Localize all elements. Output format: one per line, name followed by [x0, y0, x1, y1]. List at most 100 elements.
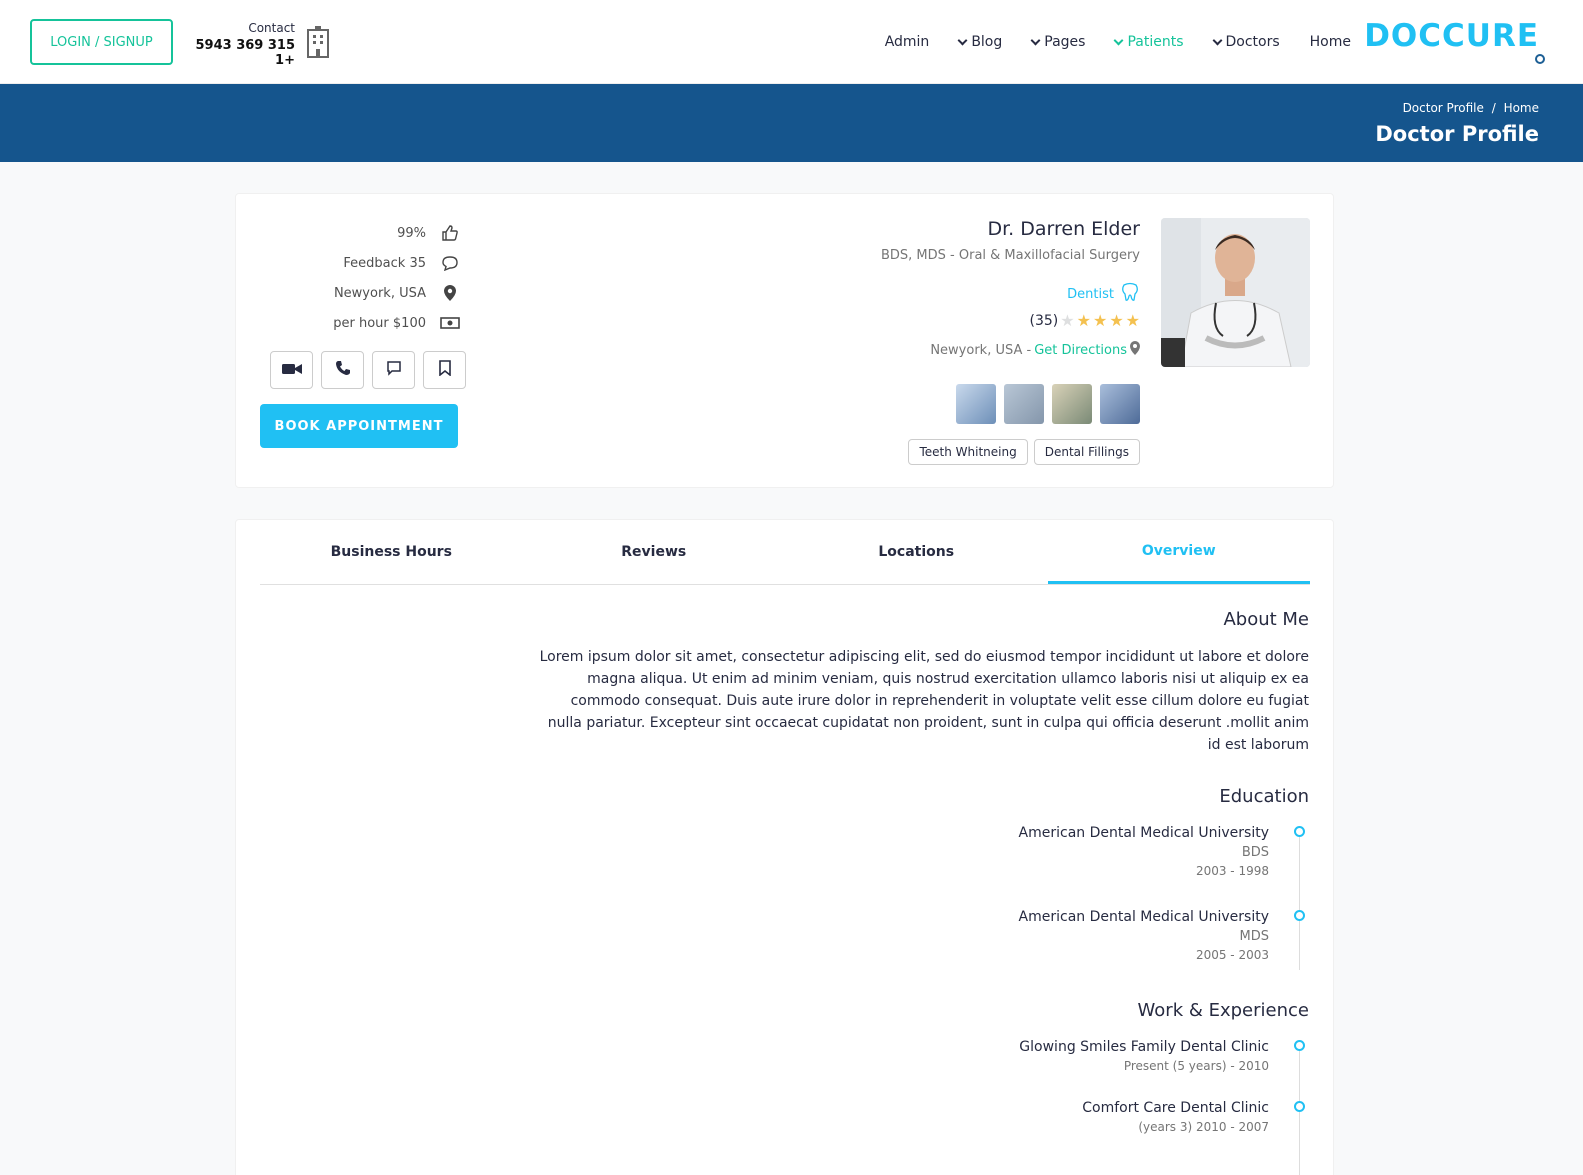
nav-blog[interactable]: Blog: [957, 34, 1003, 50]
nav-home[interactable]: Home: [1310, 34, 1351, 50]
education-item: American Dental Medical University BDS 2…: [1019, 825, 1269, 878]
tab-business-hours[interactable]: Business Hours: [260, 520, 523, 584]
education-years: 2005 - 2003: [1195, 948, 1269, 962]
stat-feedback: Feedback 35: [260, 248, 460, 278]
education-school[interactable]: American Dental Medical University: [1019, 909, 1269, 925]
nav-doctors[interactable]: Doctors: [1212, 34, 1280, 50]
clinic-photo-thumb[interactable]: [1052, 384, 1092, 424]
contact-label: Contact: [248, 21, 295, 35]
breadcrumb-separator: /: [1491, 101, 1496, 115]
contact-actions: [270, 351, 466, 389]
doctor-profile-card: Dr. Darren Elder BDS, MDS - Oral & Maxil…: [235, 193, 1334, 488]
site-header: LOGIN / SIGNUP Contact 5943 369 315 1+ A…: [0, 0, 1583, 84]
comment-icon: [440, 255, 460, 271]
logo-text: DOCCURE: [1364, 18, 1539, 54]
education-degree: MDS: [1239, 929, 1269, 944]
phone-icon: [335, 360, 351, 380]
education-timeline: American Dental Medical University BDS 2…: [809, 825, 1309, 970]
speciality-label: Dentist: [1067, 286, 1114, 302]
chevron-down-icon: [1212, 35, 1222, 45]
timeline-dot: [1294, 826, 1305, 837]
stat-likes: 99%: [260, 218, 460, 248]
service-tag: Teeth Whitneing: [908, 439, 1028, 465]
nav-pages[interactable]: Pages: [1030, 34, 1086, 50]
nav-home-label: Home: [1309, 34, 1351, 50]
doctor-details-card: Business Hours Reviews Locations Overvie…: [235, 519, 1334, 1175]
feedback-value: Feedback 35: [343, 255, 426, 271]
rating-count: (35): [1029, 312, 1059, 329]
price-value: per hour $100: [333, 315, 426, 331]
tab-locations[interactable]: Locations: [785, 520, 1048, 584]
work-clinic[interactable]: Glowing Smiles Family Dental Clinic: [1019, 1039, 1269, 1055]
work-item: Glowing Smiles Family Dental Clinic Pres…: [1019, 1039, 1269, 1073]
contact-info: Contact 5943 369 315 1+: [185, 21, 295, 68]
location-text: Newyork, USA -: [930, 342, 1032, 358]
work-timeline: Glowing Smiles Family Dental Clinic Pres…: [809, 1039, 1309, 1175]
nav-doctors-label: Doctors: [1225, 34, 1280, 50]
doctor-location: Newyork, USA - Get Directions: [930, 341, 1140, 359]
work-item: Comfort Care Dental Clinic (years 3) 201…: [1082, 1100, 1269, 1134]
nav-admin[interactable]: Admin: [885, 34, 930, 50]
breadcrumb-home[interactable]: Home: [1504, 101, 1539, 115]
login-signup-button[interactable]: LOGIN / SIGNUP: [30, 19, 173, 65]
doctor-degree: BDS, MDS - Oral & Maxillofacial Surgery: [880, 248, 1140, 263]
details-tabs: Business Hours Reviews Locations Overvie…: [260, 520, 1310, 585]
book-appointment-button[interactable]: BOOK APPOINTMENT: [260, 404, 458, 448]
video-call-button[interactable]: [270, 351, 313, 389]
nav-patients[interactable]: Patients: [1114, 34, 1184, 50]
stethoscope-icon: [1535, 54, 1545, 64]
timeline-dot: [1294, 1101, 1305, 1112]
thumbs-up-icon: [440, 225, 460, 241]
clinic-gallery: [956, 384, 1140, 424]
hospital-icon: [305, 26, 331, 62]
nav-admin-label: Admin: [884, 34, 930, 50]
education-item: American Dental Medical University MDS 2…: [1019, 909, 1269, 962]
about-me-text: Lorem ipsum dolor sit amet, consectetur …: [539, 649, 1309, 753]
clinic-photo-thumb[interactable]: [1100, 384, 1140, 424]
nav-pages-label: Pages: [1044, 34, 1086, 50]
tab-overview[interactable]: Overview: [1047, 520, 1310, 584]
map-marker-icon: [1130, 341, 1140, 359]
doctor-stats: 99% Feedback 35 Newyork, USA per hour $1…: [260, 218, 460, 338]
star-filled-icon: ★: [1109, 311, 1124, 330]
page-banner: Doctor Profile / Home Doctor Profile: [0, 84, 1583, 162]
page-title: Doctor Profile: [1375, 122, 1539, 146]
timeline-line: [1299, 831, 1300, 970]
timeline-dot: [1294, 1040, 1305, 1051]
star-filled-icon: ★: [1092, 311, 1108, 330]
star-filled-icon: ★: [1076, 311, 1091, 330]
main-nav: Admin Blog Pages Patients Doctors Home: [885, 0, 1351, 84]
chevron-down-icon: [1030, 35, 1041, 45]
service-tag: Dental Fillings: [1033, 439, 1140, 465]
doctor-name[interactable]: Dr. Darren Elder: [987, 218, 1140, 240]
stat-location: Newyork, USA: [260, 278, 460, 308]
get-directions-link[interactable]: Get Directions: [1034, 343, 1127, 358]
chat-button[interactable]: [372, 351, 415, 389]
video-camera-icon: [281, 361, 302, 380]
location-value: Newyork, USA: [333, 285, 426, 301]
comment-icon: [386, 360, 402, 380]
timeline-dot: [1294, 910, 1305, 921]
work-clinic[interactable]: Comfort Care Dental Clinic: [1082, 1100, 1269, 1116]
doctor-rating: (35) ★ ★ ★ ★ ★: [1030, 311, 1140, 330]
nav-blog-label: Blog: [971, 34, 1003, 50]
work-years: (years 3) 2010 - 2007: [1138, 1120, 1269, 1134]
bookmark-icon: [438, 360, 451, 380]
bookmark-button[interactable]: [423, 351, 466, 389]
doctor-photo: [1161, 218, 1310, 367]
stat-price: per hour $100: [260, 308, 460, 338]
chevron-down-icon: [957, 35, 968, 45]
breadcrumb-current: Doctor Profile: [1402, 101, 1484, 115]
star-filled-icon: ★: [1125, 311, 1140, 330]
clinic-photo-thumb[interactable]: [1004, 384, 1044, 424]
tab-reviews[interactable]: Reviews: [523, 520, 786, 584]
site-logo[interactable]: DOCCURE: [1364, 18, 1545, 64]
voice-call-button[interactable]: [321, 351, 364, 389]
clinic-photo-thumb[interactable]: [956, 384, 996, 424]
doctor-speciality: Dentist: [1067, 282, 1140, 306]
education-title: Education: [1219, 786, 1309, 807]
education-school[interactable]: American Dental Medical University: [1019, 825, 1269, 841]
money-bill-icon: [440, 316, 460, 330]
education-years: 2003 - 1998: [1195, 864, 1269, 878]
chevron-down-icon: [1114, 35, 1124, 45]
